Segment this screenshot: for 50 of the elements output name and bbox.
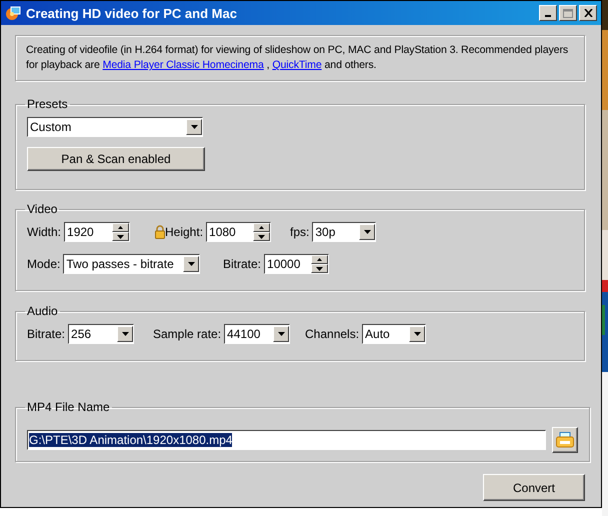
dropdown[interactable]: Two passes - bitrate [63, 254, 200, 274]
dropdown[interactable]: 30p [312, 222, 376, 242]
field-label: Width: [27, 225, 62, 239]
app-icon [5, 5, 21, 21]
spin-field[interactable]: 10000 [264, 254, 330, 274]
link[interactable]: Media Player Classic Homecinema [102, 59, 264, 71]
caret-down-icon [364, 230, 371, 234]
close-icon [584, 9, 592, 17]
caret-down-icon [258, 234, 266, 238]
field-label: Bitrate: [27, 327, 66, 341]
field-label: Sample rate: [153, 327, 222, 341]
caret-up-icon [118, 226, 124, 229]
padlock-icon[interactable] [155, 225, 165, 239]
dropdown[interactable]: Custom [27, 117, 203, 137]
caret-down-icon [122, 332, 129, 336]
close-button[interactable] [579, 5, 597, 21]
file-name-field[interactable]: G:\PTE\3D Animation\1920x1080.mp4 [27, 430, 546, 450]
convert-button[interactable]: Convert [483, 474, 585, 501]
printer-icon [556, 432, 574, 448]
browse-button[interactable] [552, 427, 578, 453]
field-label: Channels: [305, 327, 360, 341]
dropdown[interactable]: 44100 [224, 324, 290, 344]
field-label: fps: [290, 225, 310, 239]
spin-field[interactable]: 1080 [206, 222, 272, 242]
group-title: Presets [26, 97, 69, 111]
caret-up-icon [317, 258, 322, 261]
pan-scan-button[interactable]: Pan & Scan enabled [27, 147, 205, 171]
maximize-button[interactable] [559, 5, 577, 21]
field-label: Height: [165, 225, 204, 239]
dropdown[interactable]: 256 [68, 324, 134, 344]
caret-down-icon [117, 234, 124, 238]
minimize-button[interactable] [539, 5, 557, 21]
group-title: Audio [26, 304, 59, 318]
caret-down-icon [278, 332, 285, 336]
link[interactable]: QuickTime [272, 59, 322, 71]
field-label: Bitrate: [223, 257, 262, 271]
maximize-icon [563, 8, 573, 18]
field-label: Mode: [27, 257, 60, 271]
caret-down-icon [190, 125, 198, 129]
group-title: MP4 File Name [26, 400, 111, 414]
group-title: Video [26, 202, 58, 216]
caret-down-icon [414, 332, 421, 336]
caret-up-icon [259, 226, 264, 229]
window-title: Creating HD video for PC and Mac [26, 6, 238, 20]
caret-down-icon [188, 262, 195, 266]
dropdown[interactable]: Auto [362, 324, 426, 344]
file-path: G:\PTE\3D Animation\1920x1080.mp4 [29, 433, 232, 447]
description-text: Creating of videofile (in H.264 format) for viewing of slideshow on PC, MAC and PlayStation 3. Recommended players for playback are Media Player Classic Homecinema , QuickTime and others. [26, 43, 570, 73]
spin-field[interactable]: 1920 [64, 222, 130, 242]
caret-down-icon [316, 266, 324, 270]
